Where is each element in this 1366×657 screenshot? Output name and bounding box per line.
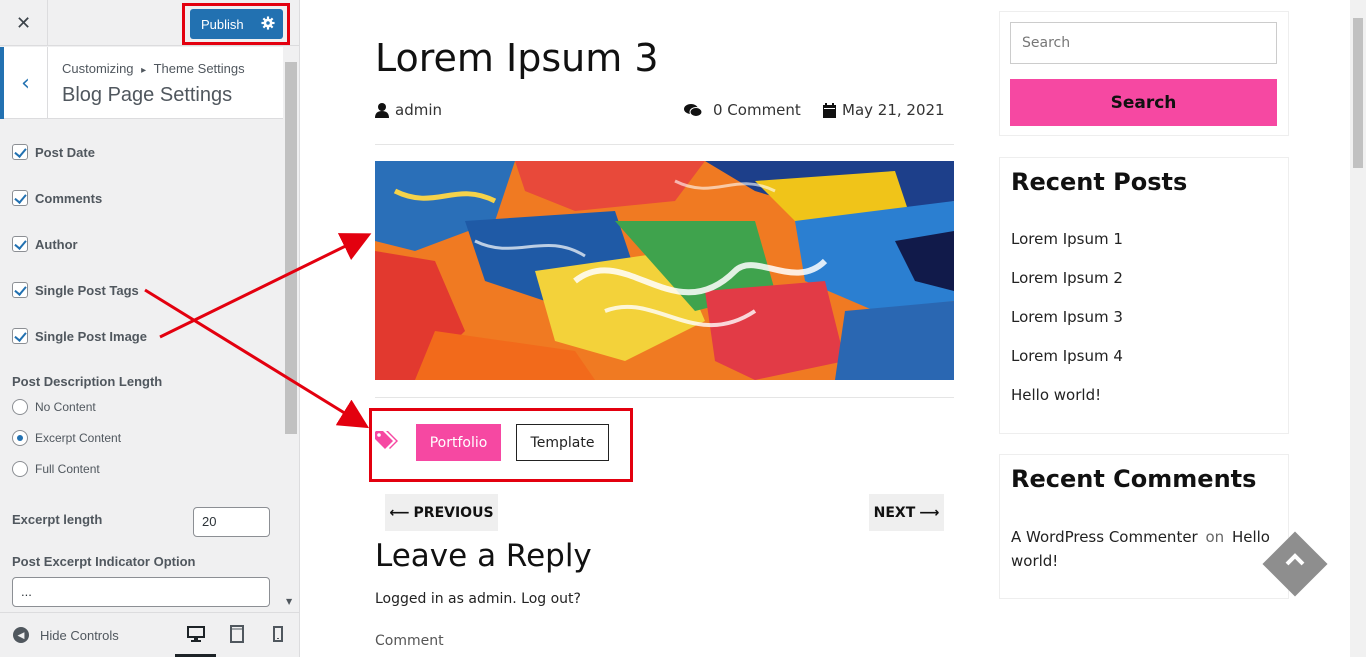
recent-post-link[interactable]: Lorem Ipsum 2 — [1011, 269, 1123, 287]
recent-comments-title: Recent Comments — [1011, 465, 1257, 493]
breadcrumb-section: Theme Settings — [153, 61, 245, 76]
search-button[interactable]: Search — [1010, 79, 1277, 126]
recent-post-link[interactable]: Lorem Ipsum 3 — [1011, 308, 1123, 326]
radio-button[interactable] — [12, 461, 28, 477]
excerpt-indicator-label: Post Excerpt Indicator Option — [12, 554, 196, 569]
mobile-preview-icon[interactable] — [268, 624, 288, 644]
tags-icon — [375, 431, 398, 449]
section-title: Blog Page Settings — [62, 84, 233, 106]
radio-label: Excerpt Content — [35, 431, 122, 445]
sidebar-scroll-thumb[interactable] — [285, 62, 297, 434]
post-date[interactable]: May 21, 2021 — [823, 101, 945, 119]
checkbox-checked-icon[interactable] — [12, 328, 28, 344]
date-text: May 21, 2021 — [842, 101, 945, 119]
desc-length-title: Post Description Length — [12, 374, 163, 389]
post-author[interactable]: admin — [375, 101, 442, 119]
collapse-arrow-icon: ◀ — [13, 627, 29, 643]
radio-full-content[interactable]: Full Content — [12, 461, 100, 477]
previous-post-button[interactable]: ⟵ PREVIOUS — [385, 494, 498, 531]
recent-post-link[interactable]: Lorem Ipsum 1 — [1011, 230, 1123, 248]
radio-button-selected[interactable] — [12, 430, 28, 446]
close-icon[interactable]: ✕ — [0, 0, 48, 46]
checkbox-label: Post Date — [35, 144, 95, 160]
checkbox-post-date[interactable]: Post Date — [12, 143, 95, 161]
customizer-sidebar: ✕ Publish ‹ Customizing ▸ Theme Settings… — [0, 0, 300, 657]
checkbox-comments[interactable]: Comments — [12, 189, 102, 207]
gear-icon[interactable] — [261, 16, 275, 30]
publish-label: Publish — [201, 16, 244, 32]
checkbox-checked-icon[interactable] — [12, 144, 28, 160]
arrow-right-icon: ⟶ — [919, 504, 940, 521]
section-header: ‹ Customizing ▸ Theme Settings Blog Page… — [0, 47, 283, 119]
checkbox-single-post-image[interactable]: Single Post Image — [12, 327, 147, 345]
featured-image — [375, 161, 954, 380]
breadcrumb-separator: ▸ — [141, 65, 147, 76]
user-icon — [375, 102, 389, 118]
checkbox-author[interactable]: Author — [12, 235, 78, 253]
publish-button[interactable]: Publish — [190, 9, 283, 39]
comment-author-link[interactable]: A WordPress Commenter — [1011, 528, 1198, 546]
divider — [375, 144, 954, 145]
comment-field-label: Comment — [375, 633, 444, 649]
next-post-button[interactable]: NEXT ⟶ — [869, 494, 944, 531]
radio-excerpt-content[interactable]: Excerpt Content — [12, 430, 121, 446]
comments-icon — [684, 103, 703, 117]
recent-posts-title: Recent Posts — [1011, 168, 1188, 196]
comments-count-text: 0 Comment — [713, 101, 801, 119]
checkbox-checked-icon[interactable] — [12, 190, 28, 206]
chevron-up-icon — [1285, 553, 1305, 566]
tag-template[interactable]: Template — [516, 424, 609, 461]
checkbox-label: Single Post Image — [35, 328, 147, 344]
scroll-down-arrow-icon[interactable]: ▼ — [286, 597, 292, 606]
post-comments-count[interactable]: 0 Comment — [683, 101, 801, 119]
previous-label: PREVIOUS — [413, 504, 494, 521]
preview-scrollbar[interactable] — [1350, 0, 1366, 657]
author-name: admin — [395, 101, 442, 119]
breadcrumb-root: Customizing — [62, 61, 134, 76]
excerpt-indicator-input[interactable]: ... — [12, 577, 270, 607]
divider — [375, 397, 954, 398]
recent-post-link[interactable]: Hello world! — [1011, 386, 1101, 404]
desktop-preview-icon[interactable] — [186, 624, 206, 644]
radio-no-content[interactable]: No Content — [12, 399, 96, 415]
customizer-header: ✕ Publish — [0, 0, 299, 46]
recent-comment-entry: A WordPress Commenter on Hello world! — [1011, 525, 1279, 573]
recent-post-link[interactable]: Lorem Ipsum 4 — [1011, 347, 1123, 365]
checkbox-label: Comments — [35, 190, 103, 206]
tablet-preview-icon[interactable] — [227, 624, 247, 644]
comment-on-text: on — [1205, 528, 1225, 546]
checkbox-checked-icon[interactable] — [12, 282, 28, 298]
radio-button[interactable] — [12, 399, 28, 415]
calendar-icon — [823, 102, 836, 118]
logged-in-text[interactable]: Logged in as admin. Log out? — [375, 591, 581, 607]
breadcrumb: Customizing ▸ Theme Settings — [62, 61, 245, 76]
excerpt-length-label: Excerpt length — [12, 512, 103, 527]
customizer-footer: ◀ Hide Controls — [0, 612, 299, 657]
hide-controls-label: Hide Controls — [40, 627, 119, 643]
checkbox-label: Single Post Tags — [35, 282, 139, 298]
radio-label: No Content — [35, 400, 96, 414]
site-preview: Lorem Ipsum 3 admin 0 Comment May 21, 20… — [301, 0, 1366, 657]
back-chevron-icon[interactable]: ‹ — [0, 47, 48, 119]
search-input[interactable]: Search — [1010, 22, 1277, 64]
next-label: NEXT — [873, 504, 916, 521]
reply-heading: Leave a Reply — [375, 538, 592, 574]
arrow-left-icon: ⟵ — [389, 504, 410, 521]
checkbox-checked-icon[interactable] — [12, 236, 28, 252]
checkbox-label: Author — [35, 236, 78, 252]
tag-portfolio[interactable]: Portfolio — [416, 424, 501, 461]
checkbox-single-post-tags[interactable]: Single Post Tags — [12, 281, 139, 299]
post-title: Lorem Ipsum 3 — [375, 36, 659, 80]
excerpt-length-input[interactable]: 20 — [193, 507, 270, 537]
preview-scroll-thumb[interactable] — [1353, 18, 1363, 168]
radio-label: Full Content — [35, 462, 100, 476]
hide-controls-button[interactable]: ◀ Hide Controls — [13, 627, 119, 643]
